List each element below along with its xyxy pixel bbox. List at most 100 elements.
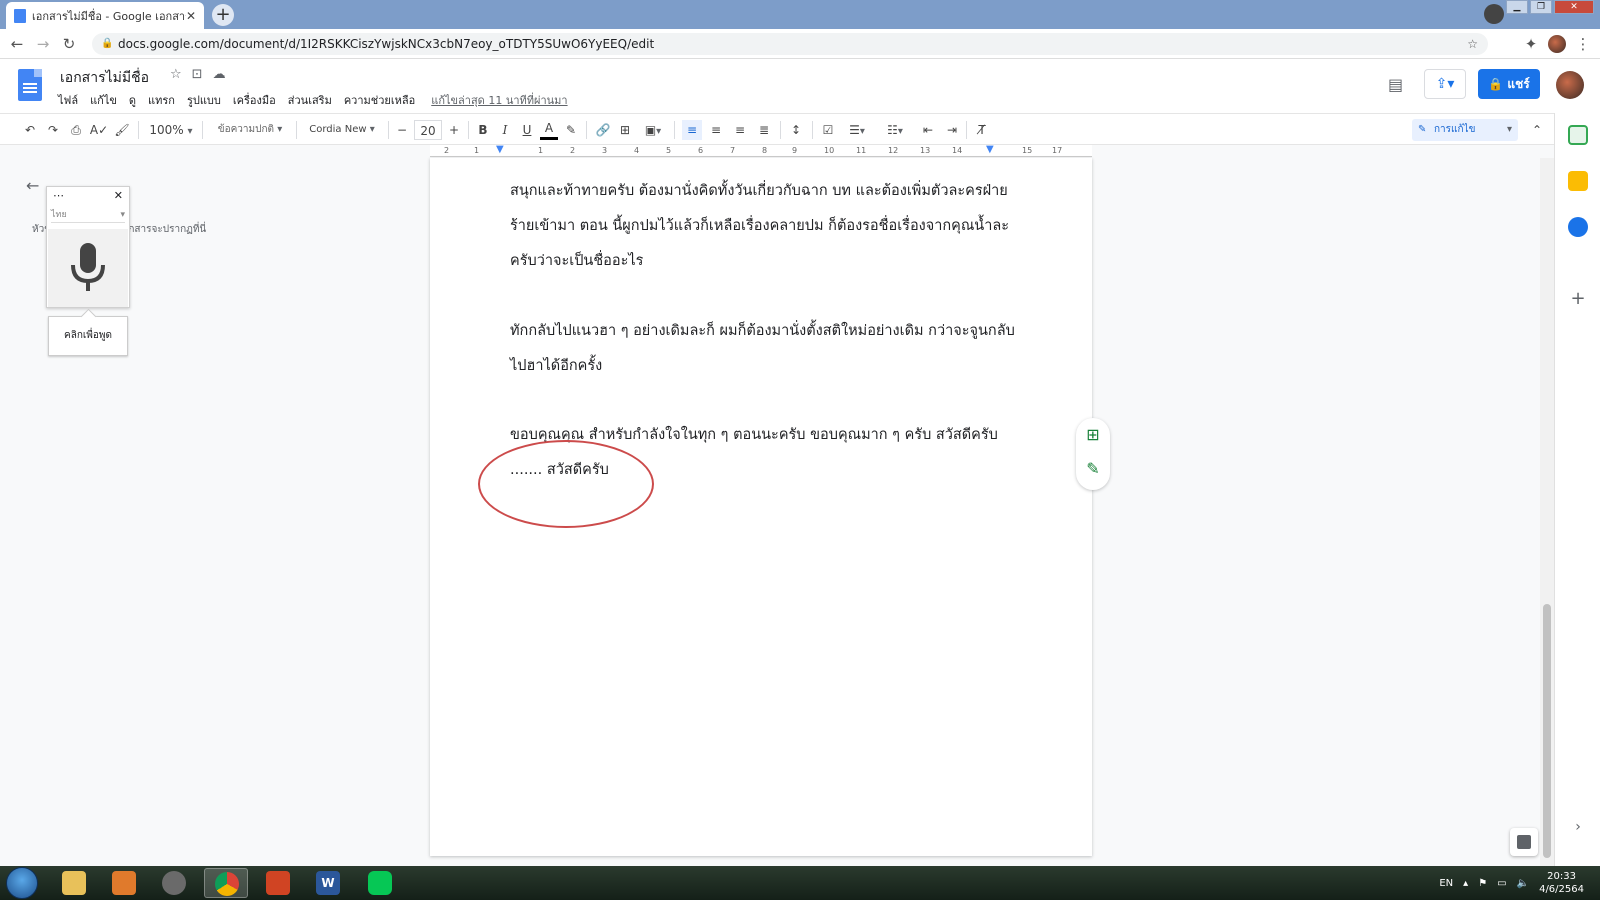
align-center-icon[interactable]: ≡ bbox=[706, 120, 726, 140]
last-edit-link[interactable]: แก้ไขล่าสุด 11 นาทีที่ผ่านมา bbox=[431, 91, 567, 109]
explore-icon[interactable] bbox=[1510, 828, 1538, 856]
taskbar-word[interactable]: W bbox=[306, 868, 350, 898]
present-button[interactable]: ⇪▾ bbox=[1424, 69, 1466, 99]
tab-close-icon[interactable]: ✕ bbox=[186, 9, 196, 23]
right-indent-marker-icon[interactable]: ▼ bbox=[986, 144, 994, 155]
menu-format[interactable]: รูปแบบ bbox=[187, 91, 221, 109]
reload-icon[interactable]: ↻ bbox=[60, 35, 78, 53]
close-window-button[interactable]: ✕ bbox=[1554, 0, 1594, 14]
browser-tab[interactable]: เอกสารไม่มีชื่อ - Google เอกสาร ✕ bbox=[6, 2, 204, 29]
tasks-icon[interactable] bbox=[1568, 217, 1588, 237]
document-title[interactable]: เอกสารไม่มีชื่อ bbox=[60, 67, 149, 89]
taskbar-explorer[interactable] bbox=[52, 868, 96, 898]
increase-font-size-button[interactable]: + bbox=[446, 120, 462, 140]
print-icon[interactable]: ⎙ bbox=[66, 120, 86, 140]
menu-edit[interactable]: แก้ไข bbox=[90, 91, 117, 109]
suggest-edit-side-icon[interactable]: ✎ bbox=[1076, 452, 1110, 486]
maximize-button[interactable]: ❐ bbox=[1530, 0, 1552, 14]
bulleted-list-icon[interactable]: ☰▾ bbox=[842, 120, 872, 140]
increase-indent-icon[interactable]: ⇥ bbox=[942, 120, 962, 140]
align-justify-icon[interactable]: ≣ bbox=[754, 120, 774, 140]
menu-file[interactable]: ไฟล์ bbox=[58, 91, 78, 109]
document-page[interactable]: สนุกและท้าทายครับ ต้องมานั่งคิดทั้งวันเก… bbox=[430, 158, 1092, 856]
link-icon[interactable]: 🔗 bbox=[594, 120, 612, 140]
start-button[interactable] bbox=[6, 867, 38, 899]
clock[interactable]: 20:33 4/6/2564 bbox=[1539, 870, 1584, 896]
add-comment-side-icon[interactable]: ⊞ bbox=[1076, 418, 1110, 452]
network-icon[interactable]: ▭ bbox=[1497, 878, 1506, 889]
line-spacing-icon[interactable]: ↕ bbox=[786, 120, 806, 140]
more-options-icon[interactable]: ⋯ bbox=[53, 187, 64, 207]
move-folder-icon[interactable]: ⊡ bbox=[192, 67, 203, 82]
numbered-list-icon[interactable]: ☷▾ bbox=[880, 120, 910, 140]
redo-icon[interactable]: ↷ bbox=[43, 120, 63, 140]
zoom-select[interactable]: 100% ▾ bbox=[146, 120, 196, 140]
italic-icon[interactable]: I bbox=[496, 120, 514, 140]
flag-icon[interactable]: ⚑ bbox=[1478, 878, 1487, 889]
scrollbar-thumb[interactable] bbox=[1543, 604, 1551, 858]
taskbar-app[interactable] bbox=[152, 868, 196, 898]
paragraph-2[interactable]: ทักกลับไปแนวฮา ๆ อย่างเดิมละก็ ผมก็ต้องม… bbox=[510, 314, 1020, 384]
ruler[interactable]: 2 1 ▼ 1 2 3 4 5 6 7 8 9 10 11 12 13 14 ▼… bbox=[430, 144, 1092, 157]
tray-expand-icon[interactable]: ▴ bbox=[1463, 878, 1468, 889]
align-right-icon[interactable]: ≡ bbox=[730, 120, 750, 140]
docs-logo-icon[interactable] bbox=[18, 69, 42, 101]
chevron-right-icon[interactable]: › bbox=[1568, 817, 1588, 837]
style-select[interactable]: ข้อความปกติ ▾ bbox=[210, 120, 290, 140]
calendar-icon[interactable] bbox=[1568, 125, 1588, 145]
account-avatar[interactable] bbox=[1556, 71, 1584, 99]
browser-menu-icon[interactable]: ⋮ bbox=[1574, 35, 1592, 53]
paragraph-1[interactable]: สนุกและท้าทายครับ ต้องมานั่งคิดทั้งวันเก… bbox=[510, 174, 1020, 279]
underline-icon[interactable]: U bbox=[518, 120, 536, 140]
language-indicator[interactable]: EN bbox=[1439, 878, 1453, 889]
add-comment-icon[interactable]: ⊞ bbox=[616, 120, 634, 140]
align-left-icon[interactable]: ≡ bbox=[682, 120, 702, 140]
forward-icon[interactable]: → bbox=[34, 35, 52, 53]
menu-addons[interactable]: ส่วนเสริม bbox=[288, 91, 332, 109]
url-field[interactable]: 🔒 docs.google.com/document/d/1I2RSKKCisz… bbox=[92, 33, 1488, 55]
highlight-icon[interactable]: ✎ bbox=[562, 120, 580, 140]
font-select[interactable]: Cordia New ▾ bbox=[302, 120, 382, 140]
add-addon-icon[interactable]: + bbox=[1568, 289, 1588, 309]
star-icon[interactable]: ☆ bbox=[170, 67, 182, 82]
checklist-icon[interactable]: ☑ bbox=[818, 120, 838, 140]
bookmark-star-icon[interactable]: ☆ bbox=[1467, 33, 1478, 55]
tab-search-icon[interactable] bbox=[1484, 4, 1504, 24]
comment-history-icon[interactable]: ▤ bbox=[1388, 75, 1410, 95]
extensions-icon[interactable]: ✦ bbox=[1522, 35, 1540, 53]
font-size-input[interactable]: 20 bbox=[414, 120, 442, 140]
undo-icon[interactable]: ↶ bbox=[20, 120, 40, 140]
clear-formatting-icon[interactable]: T̸ bbox=[972, 120, 992, 140]
volume-icon[interactable]: 🔈 bbox=[1517, 878, 1529, 889]
bold-icon[interactable]: B bbox=[474, 120, 492, 140]
taskbar-media-player[interactable] bbox=[102, 868, 146, 898]
decrease-font-size-button[interactable]: − bbox=[394, 120, 410, 140]
taskbar-powerpoint[interactable] bbox=[256, 868, 300, 898]
taskbar-chrome[interactable] bbox=[204, 868, 248, 898]
insert-image-icon[interactable]: ▣▾ bbox=[638, 120, 668, 140]
minimize-button[interactable]: ▁ bbox=[1506, 0, 1528, 14]
share-button[interactable]: 🔒 แชร์ bbox=[1478, 69, 1540, 99]
text-color-icon[interactable]: A bbox=[540, 120, 558, 140]
cloud-status-icon[interactable]: ☁ bbox=[213, 67, 226, 82]
left-indent-marker-icon[interactable]: ▼ bbox=[496, 144, 504, 155]
keep-icon[interactable] bbox=[1568, 171, 1588, 191]
taskbar-line[interactable] bbox=[358, 868, 402, 898]
profile-avatar[interactable] bbox=[1548, 35, 1566, 53]
collapse-menus-icon[interactable]: ⌃ bbox=[1528, 120, 1546, 140]
menu-tools[interactable]: เครื่องมือ bbox=[233, 91, 276, 109]
close-icon[interactable]: ✕ bbox=[114, 187, 123, 207]
voice-typing-panel[interactable]: ⋯ ✕ ไทย ▾ bbox=[46, 186, 130, 308]
back-arrow-icon[interactable]: ← bbox=[26, 176, 39, 195]
decrease-indent-icon[interactable]: ⇤ bbox=[918, 120, 938, 140]
microphone-button[interactable] bbox=[48, 229, 128, 307]
back-icon[interactable]: ← bbox=[8, 35, 26, 53]
menu-insert[interactable]: แทรก bbox=[148, 91, 175, 109]
editing-mode-select[interactable]: ✎ การแก้ไข ▾ bbox=[1412, 119, 1518, 141]
menu-help[interactable]: ความช่วยเหลือ bbox=[344, 91, 415, 109]
language-select[interactable]: ไทย ▾ bbox=[51, 207, 125, 223]
spellcheck-icon[interactable]: A✓ bbox=[89, 120, 109, 140]
vertical-scrollbar[interactable] bbox=[1540, 158, 1554, 866]
new-tab-button[interactable]: + bbox=[212, 4, 234, 26]
paint-format-icon[interactable]: 🖌 bbox=[112, 120, 132, 140]
